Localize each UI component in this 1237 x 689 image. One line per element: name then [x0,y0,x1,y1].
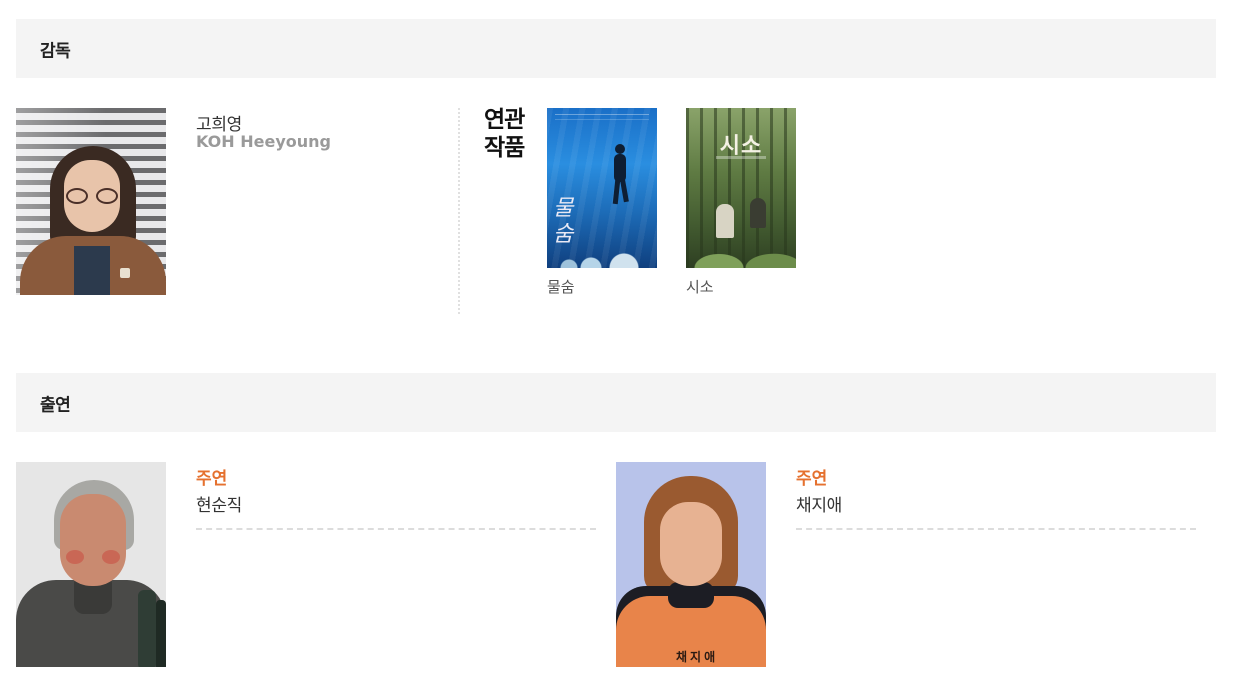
cast-divider-2 [796,528,1196,530]
poster-figure [750,198,766,228]
cast-section-header: 출연 [16,373,1216,432]
related-work-poster-2[interactable]: 시소 [686,108,796,268]
cast-divider-1 [196,528,596,530]
related-work-poster-1[interactable]: 물숨 [547,108,657,268]
poster-topline [555,114,649,120]
cast-role-1: 주연 [196,469,228,489]
photo-vest-text: 채지애 [676,650,719,664]
cast-role-2: 주연 [796,469,828,489]
photo-cheek [66,550,84,564]
poster-reef [547,238,657,268]
poster-subtitle-line [716,156,766,159]
cast-name-2[interactable]: 채지애 [796,491,842,516]
photo-glasses [66,188,118,204]
photo-cheek [102,550,120,564]
director-section-header: 감독 [16,19,1216,78]
related-works-label: 연관 작품 [484,107,525,161]
related-work-title-2[interactable]: 시소 [686,276,714,297]
poster-plants [686,224,796,268]
poster-diver [611,144,629,205]
photo-face [60,494,126,586]
photo-shirt [74,246,110,295]
cast-name-1[interactable]: 현순직 [196,491,242,516]
photo-pin [120,268,130,278]
director-section-title: 감독 [40,41,71,61]
related-work-title-1[interactable]: 물숨 [547,276,575,297]
photo-diving-gear [138,590,156,667]
cast-section-title: 출연 [40,395,71,415]
photo-face [660,502,722,586]
vertical-divider [458,108,460,314]
photo-diving-gear [156,600,166,667]
cast-photo-2[interactable]: 채지애 [616,462,766,667]
cast-photo-1[interactable] [16,462,166,667]
director-photo[interactable] [16,108,166,295]
poster-figure [716,204,734,238]
director-name-english[interactable]: KOH Heeyoung [196,132,331,151]
